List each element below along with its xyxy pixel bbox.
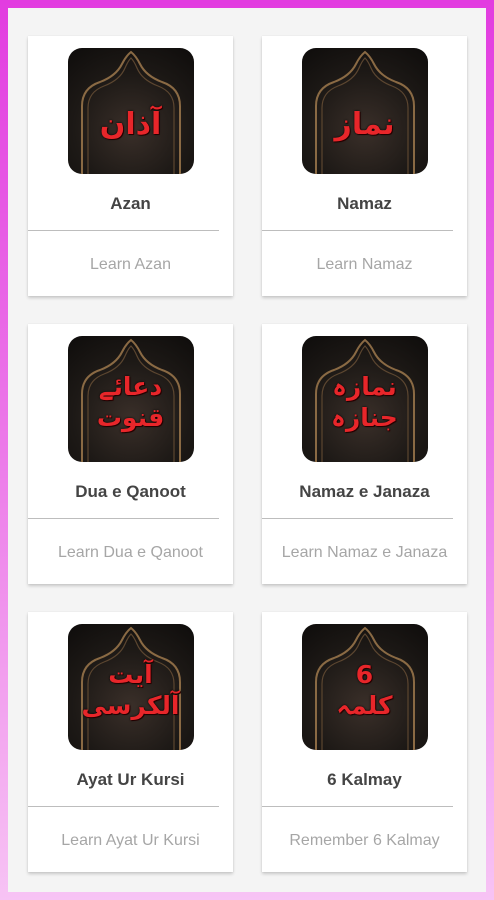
card-title: Dua e Qanoot [75, 482, 186, 501]
divider [28, 230, 219, 231]
card-azan[interactable]: آذان Azan Learn Azan [28, 36, 233, 296]
namaz-e-janaza-image: نمازہ جنازہ [301, 336, 428, 462]
divider [262, 518, 453, 519]
card-subtitle: Learn Namaz [316, 256, 413, 273]
screen: آذان Azan Learn Azan نماز Namaz Learn Na… [8, 8, 486, 892]
azan-image: آذان [67, 48, 194, 174]
card-subtitle: Learn Azan [90, 256, 171, 273]
card-title: 6 Kalmay [327, 770, 402, 789]
dua-e-qanoot-image: دعائے قنوت [67, 336, 194, 462]
card-title: Azan [110, 194, 151, 213]
card-title: Namaz e Janaza [299, 482, 430, 501]
card-subtitle: Learn Dua e Qanoot [58, 544, 203, 561]
divider [262, 806, 453, 807]
card-subtitle: Learn Ayat Ur Kursi [61, 832, 200, 849]
urdu-line: آیت [108, 659, 153, 689]
card-subtitle: Remember 6 Kalmay [289, 832, 440, 849]
namaz-e-janaza-urdu-label: نمازہ جنازہ [302, 350, 428, 454]
ayat-ur-kursi-urdu-label: آیت آلکرسی [68, 638, 194, 742]
card-ayat-ur-kursi[interactable]: آیت آلکرسی Ayat Ur Kursi Learn Ayat Ur K… [28, 612, 233, 872]
urdu-line: نمازہ [332, 371, 397, 401]
namaz-urdu-label: نماز [302, 84, 428, 166]
divider [28, 806, 219, 807]
divider [262, 230, 453, 231]
urdu-line: کلمہ [336, 691, 393, 720]
urdu-line: نماز [334, 107, 395, 143]
divider [28, 518, 219, 519]
6-kalmay-urdu-label: 6 کلمہ [302, 638, 428, 742]
urdu-line: جنازہ [331, 403, 398, 432]
card-title: Namaz [337, 194, 392, 213]
card-dua-e-qanoot[interactable]: دعائے قنوت Dua e Qanoot Learn Dua e Qano… [28, 324, 233, 584]
ayat-ur-kursi-image: آیت آلکرسی [67, 624, 194, 750]
urdu-line: 6 [355, 659, 374, 689]
card-title: Ayat Ur Kursi [76, 770, 185, 789]
azan-urdu-label: آذان [68, 84, 194, 166]
urdu-line: قنوت [96, 403, 165, 432]
urdu-line: دعائے [98, 371, 163, 401]
cards-grid: آذان Azan Learn Azan نماز Namaz Learn Na… [8, 8, 486, 892]
card-subtitle: Learn Namaz e Janaza [281, 544, 448, 561]
6-kalmay-image: 6 کلمہ [301, 624, 428, 750]
card-namaz[interactable]: نماز Namaz Learn Namaz [262, 36, 467, 296]
namaz-image: نماز [301, 48, 428, 174]
dua-e-qanoot-urdu-label: دعائے قنوت [68, 350, 194, 454]
card-6-kalmay[interactable]: 6 کلمہ 6 Kalmay Remember 6 Kalmay [262, 612, 467, 872]
card-namaz-e-janaza[interactable]: نمازہ جنازہ Namaz e Janaza Learn Namaz e… [262, 324, 467, 584]
urdu-line: آلکرسی [81, 691, 180, 720]
urdu-line: آذان [99, 107, 162, 143]
